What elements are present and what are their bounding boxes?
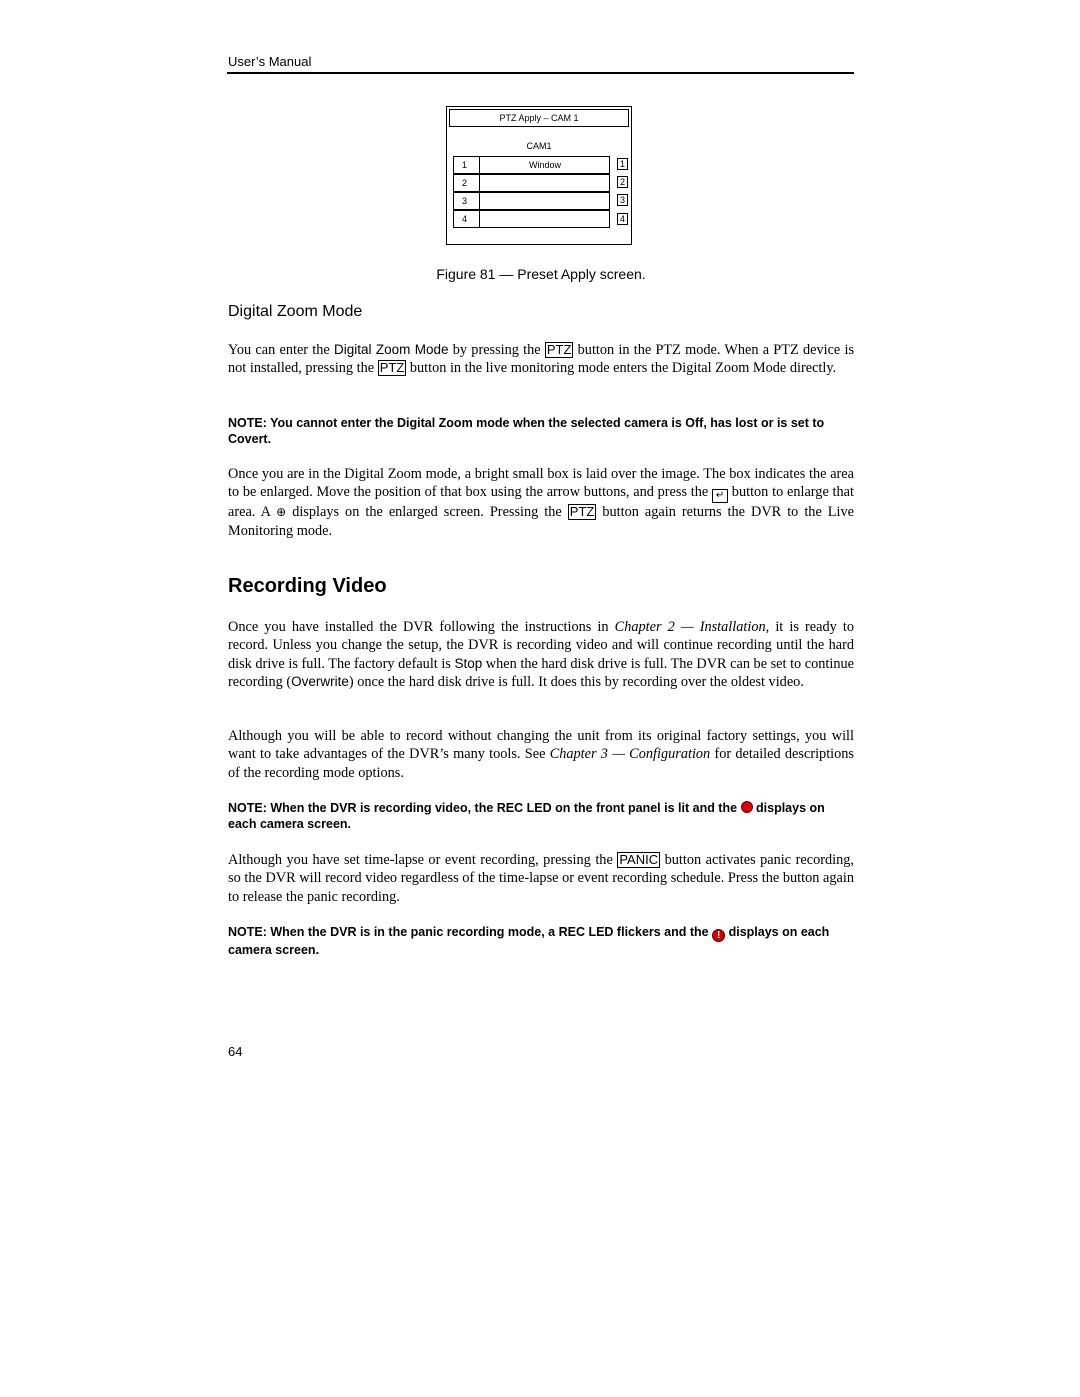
preset-value: Window xyxy=(528,160,561,170)
text: NOTE: When the DVR is recording video, t… xyxy=(228,801,741,815)
preset-number: 4 xyxy=(454,211,480,227)
page-number: 64 xyxy=(228,1044,243,1059)
section-heading-recording-video: Recording Video xyxy=(228,575,387,597)
ptz-button-label: PTZ xyxy=(567,504,597,521)
text: NOTE: When the DVR is in the panic recor… xyxy=(228,925,713,939)
preset-key: 3 xyxy=(617,194,628,206)
paragraph-recording-intro: Once you have installed the DVR followin… xyxy=(228,618,854,691)
ptz-button-label: PTZ xyxy=(544,342,574,358)
enter-icon: ↵ xyxy=(712,489,729,504)
mode-name: Digital Zoom Mode xyxy=(333,342,449,357)
text: button in the live monitoring mode enter… xyxy=(406,360,837,377)
preset-value xyxy=(481,175,609,191)
text: ) once the hard disk drive is full. It d… xyxy=(348,673,804,690)
text: Once you have installed the DVR followin… xyxy=(228,619,615,635)
note-digital-zoom: NOTE: You cannot enter the Digital Zoom … xyxy=(228,416,825,446)
running-header: User’s Manual xyxy=(228,54,312,69)
note-panic-recording: NOTE: When the DVR is in the panic recor… xyxy=(228,924,854,958)
preset-row: 2 xyxy=(453,174,610,192)
note-recording: NOTE: When the DVR is recording video, t… xyxy=(228,800,854,832)
panic-button-label: PANIC xyxy=(617,852,661,868)
preset-value xyxy=(481,211,609,227)
text: Although you have set time-lapse or even… xyxy=(228,852,618,868)
preset-number: 1 xyxy=(454,157,480,173)
zoom-in-icon: ⊕ xyxy=(276,505,287,520)
preset-number: 2 xyxy=(454,175,480,191)
chapter-reference: Chapter 2 — Installation xyxy=(614,619,766,635)
preset-row: 3 xyxy=(453,192,610,210)
paragraph-digital-zoom-usage: Once you are in the Digital Zoom mode, a… xyxy=(228,465,854,540)
ptz-button-label: PTZ xyxy=(377,360,407,377)
header-rule xyxy=(227,72,854,74)
setting-stop: Stop xyxy=(454,655,483,671)
panic-record-icon: ! xyxy=(712,929,726,942)
paragraph-recording-tools: Although you will be able to record with… xyxy=(228,727,854,782)
preset-row: 4 xyxy=(453,210,610,228)
paragraph-digital-zoom-intro: You can enter the Digital Zoom Mode by p… xyxy=(228,341,854,378)
preset-key: 4 xyxy=(617,213,628,225)
preset-apply-figure: PTZ Apply – CAM 1 CAM1 1 Window 1 2 2 3 … xyxy=(446,106,632,245)
text: by pressing the xyxy=(448,342,545,358)
preset-value xyxy=(481,193,609,209)
figure-title: PTZ Apply – CAM 1 xyxy=(449,109,629,127)
preset-key: 1 xyxy=(617,158,628,170)
chapter-reference: Chapter 3 — Configuration xyxy=(549,746,711,763)
figure-camera-label: CAM1 xyxy=(526,141,552,151)
section-heading-digital-zoom: Digital Zoom Mode xyxy=(228,303,363,320)
preset-number: 3 xyxy=(454,193,480,209)
preset-key: 2 xyxy=(617,176,628,188)
preset-row: 1 Window xyxy=(453,156,610,174)
record-dot-icon xyxy=(740,801,753,813)
figure-caption: Figure 81 — Preset Apply screen. xyxy=(436,266,646,282)
paragraph-panic-recording: Although you have set time-lapse or even… xyxy=(228,851,854,906)
text: displays on the enlarged screen. Pressin… xyxy=(286,504,568,521)
setting-overwrite: Overwrite xyxy=(291,673,349,689)
text: You can enter the xyxy=(228,342,334,358)
